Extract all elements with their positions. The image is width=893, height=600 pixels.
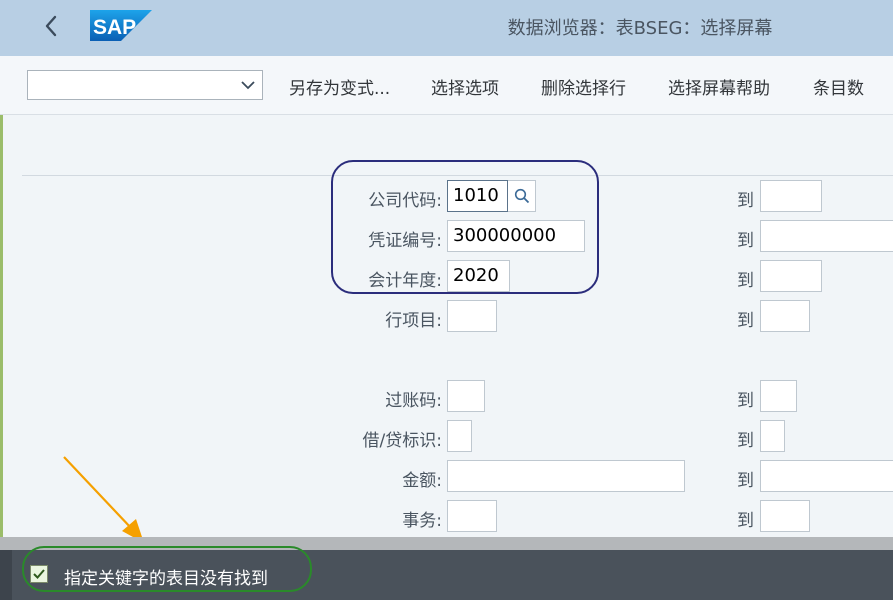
selection-screen-help-button[interactable]: 选择屏幕帮助: [668, 74, 770, 99]
variant-dropdown[interactable]: [27, 70, 263, 100]
posting-key-label: 过账码:: [385, 391, 442, 411]
to-label: 到: [737, 511, 754, 531]
message-highlight-annotation: [22, 546, 312, 592]
selection-options-button[interactable]: 选择选项: [431, 74, 499, 99]
chevron-down-icon: [241, 81, 255, 90]
back-button[interactable]: [34, 8, 68, 44]
toolbar: 另存为变式... 选择选项 删除选择行 选择屏幕帮助 条目数: [0, 56, 893, 115]
highlight-annotation: [331, 160, 599, 294]
to-label: 到: [737, 231, 754, 251]
amount-to-input[interactable]: [760, 460, 893, 492]
transaction-to-input[interactable]: [760, 500, 810, 532]
debit-credit-input[interactable]: [447, 420, 472, 452]
sap-logo-text: SAP: [93, 16, 136, 39]
line-item-label: 行项目:: [385, 311, 442, 331]
transaction-label: 事务:: [402, 511, 442, 531]
to-label: 到: [737, 191, 754, 211]
message-bar-edge: [0, 550, 12, 600]
shell-header: SAP 数据浏览器：表BSEG：选择屏幕: [0, 0, 893, 56]
debit-credit-label: 借/贷标识:: [362, 431, 442, 451]
posting-key-to-input[interactable]: [760, 380, 797, 412]
line-item-input[interactable]: [447, 300, 497, 332]
save-as-variant-button[interactable]: 另存为变式...: [289, 74, 390, 99]
amount-label: 金额:: [402, 471, 442, 491]
document-number-to-input[interactable]: [760, 220, 893, 252]
company-code-to-input[interactable]: [760, 180, 822, 212]
entry-count-button[interactable]: 条目数: [813, 74, 864, 99]
chevron-left-icon: [45, 15, 57, 37]
line-item-to-input[interactable]: [760, 300, 810, 332]
to-label: 到: [737, 271, 754, 291]
to-label: 到: [737, 471, 754, 491]
delete-selection-row-button[interactable]: 删除选择行: [541, 74, 626, 99]
to-label: 到: [737, 311, 754, 331]
to-label: 到: [737, 391, 754, 411]
transaction-input[interactable]: [447, 500, 497, 532]
debit-credit-to-input[interactable]: [760, 420, 785, 452]
to-label: 到: [737, 431, 754, 451]
fiscal-year-to-input[interactable]: [760, 260, 822, 292]
arrow-annotation: [63, 456, 144, 543]
sap-logo: SAP: [90, 10, 152, 41]
page-title: 数据浏览器：表BSEG：选择屏幕: [507, 18, 773, 39]
amount-input[interactable]: [447, 460, 685, 492]
left-edge-bar: [0, 115, 3, 537]
posting-key-input[interactable]: [447, 380, 485, 412]
